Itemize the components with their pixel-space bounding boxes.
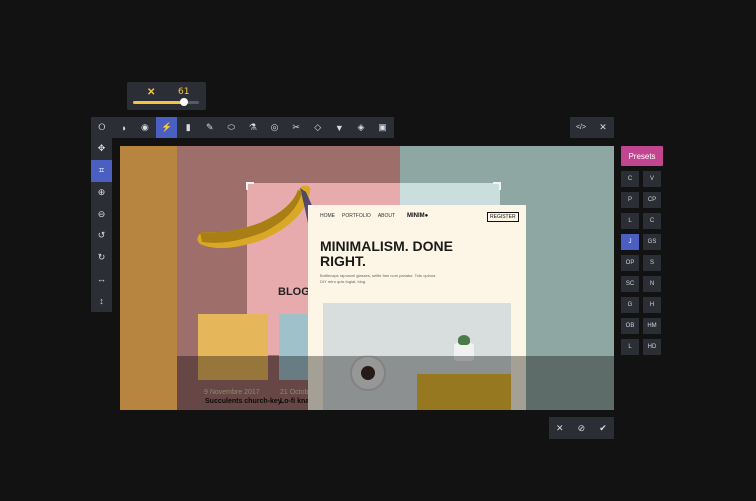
crop-handle-top-right[interactable]: [493, 182, 501, 190]
shape-circle-icon[interactable]: ⭘: [91, 117, 113, 138]
code-icon[interactable]: </>: [570, 117, 592, 138]
preset-hd[interactable]: HD: [643, 339, 661, 355]
mockup-nav: HOME PORTFOLIO ABOUT: [320, 213, 395, 219]
filter-toolbar: ⭘ ◑ ◉ ⚡ ▮ ✎ ⬭ ⚗ ◎ ✂ ◇ ▼ ◈ ▣: [91, 117, 394, 138]
preset-gs[interactable]: GS: [643, 234, 661, 250]
mockup-subtext: Bottlecaps rapunzel glasses, selfie fam …: [320, 273, 436, 284]
preset-g[interactable]: G: [621, 297, 639, 313]
cube-icon[interactable]: ▣: [372, 117, 394, 138]
preset-j[interactable]: J: [621, 234, 639, 250]
preset-v[interactable]: V: [643, 171, 661, 187]
mockup-nav-item: PORTFOLIO: [342, 213, 371, 219]
image-canvas[interactable]: BLOG 9 Novembre 2017 21 Octobre Succulen…: [120, 146, 614, 410]
slider-handle[interactable]: [180, 98, 189, 106]
mockup-register: REGISTER: [487, 212, 519, 222]
mockup-headline: MINIMALISM. DONE RIGHT.: [320, 238, 453, 269]
crop-dim-overlay: [177, 356, 614, 410]
diamond-icon[interactable]: ◇: [307, 117, 329, 138]
preset-n[interactable]: N: [643, 276, 661, 292]
canvas-bg-left: [120, 146, 177, 410]
blob-icon[interactable]: ⬭: [221, 117, 243, 138]
mockup-nav-item: HOME: [320, 213, 335, 219]
preset-l[interactable]: L: [621, 213, 639, 229]
zoom-out-icon[interactable]: ⊖: [91, 203, 112, 225]
crop-icon[interactable]: ⌗: [91, 159, 112, 182]
code-toolbar: </> ✕: [570, 117, 614, 138]
filter-icon[interactable]: ▼: [329, 117, 351, 138]
move-icon[interactable]: ✥: [91, 138, 112, 160]
preset-h[interactable]: H: [643, 297, 661, 313]
reset-icon[interactable]: ⊘: [571, 417, 593, 439]
preset-p[interactable]: P: [621, 192, 639, 208]
cancel-icon[interactable]: ✕: [549, 417, 571, 439]
preset-c[interactable]: C: [621, 171, 639, 187]
preset-op[interactable]: OP: [621, 255, 639, 271]
scissors-icon[interactable]: ✂: [285, 117, 307, 138]
editor-stage: ✕ 61 ⭘ ◑ ◉ ⚡ ▮ ✎ ⬭ ⚗ ◎ ✂ ◇ ▼ ◈ ▣ </> ✕ ✥ ⌗ ⊕ ⊖ ↺ ↻ ↔ ↕ BL: [0, 0, 756, 501]
action-bar: ✕ ⊘ ✔: [549, 417, 614, 439]
transform-toolbar: ✥ ⌗ ⊕ ⊖ ↺ ↻ ↔ ↕: [91, 138, 112, 312]
preset-cp[interactable]: CP: [643, 192, 661, 208]
shield-icon[interactable]: ◈: [350, 117, 372, 138]
zoom-in-icon[interactable]: ⊕: [91, 182, 112, 204]
apply-icon[interactable]: ✔: [592, 417, 614, 439]
preset-l[interactable]: L: [621, 339, 639, 355]
rotate-right-icon[interactable]: ↻: [91, 247, 112, 269]
blog-heading: BLOG: [278, 286, 310, 298]
target-icon[interactable]: ◎: [264, 117, 286, 138]
close-slider-icon[interactable]: ✕: [147, 87, 155, 98]
close-icon[interactable]: ✕: [592, 117, 614, 138]
lightning-icon[interactable]: ⚡: [155, 117, 178, 138]
flask-icon[interactable]: ⚗: [242, 117, 264, 138]
slider-value: 61: [178, 87, 190, 97]
mockup-logo: MINIM●: [407, 213, 429, 219]
strength-slider-popup: ✕ 61: [127, 82, 206, 110]
eye-icon[interactable]: ◉: [134, 117, 156, 138]
preset-sc[interactable]: SC: [621, 276, 639, 292]
preset-hm[interactable]: HM: [643, 318, 661, 334]
mockup-nav-item: ABOUT: [377, 213, 396, 219]
flip-vertical-icon[interactable]: ↕: [91, 290, 112, 312]
eyedropper-icon[interactable]: ✎: [199, 117, 221, 138]
preset-c[interactable]: C: [643, 213, 661, 229]
contrast-icon[interactable]: ◑: [113, 117, 135, 138]
cylinder-icon[interactable]: ▮: [177, 117, 199, 138]
preset-ob[interactable]: OB: [621, 318, 639, 334]
presets-button[interactable]: Presets: [621, 146, 663, 166]
slider-fill: [133, 101, 185, 104]
slider-track[interactable]: [133, 98, 199, 106]
preset-s[interactable]: S: [643, 255, 661, 271]
flip-horizontal-icon[interactable]: ↔: [91, 269, 112, 291]
rotate-left-icon[interactable]: ↺: [91, 225, 112, 247]
